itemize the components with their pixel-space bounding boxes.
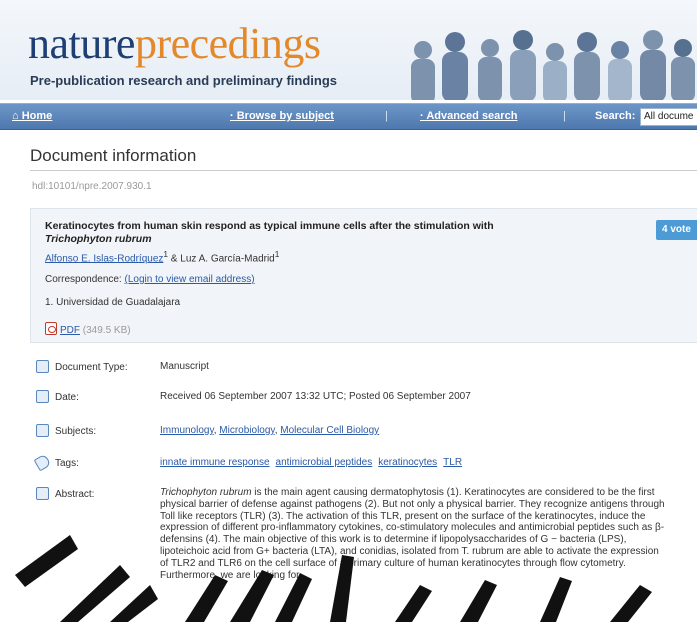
author-link[interactable]: Alfonso E. Islas-Rodríquez [45,253,163,264]
tag-link[interactable]: antimicrobial peptides [276,457,373,468]
header-crowd-illustration [411,30,695,100]
nav-advanced-search-link[interactable]: · Advanced search [420,110,517,122]
subject-link[interactable]: Microbiology [219,425,274,436]
tag-icon [33,453,52,472]
nav-separator: | [385,110,388,122]
pdf-size: (349.5 KB) [82,325,131,336]
home-icon: ⌂ [12,110,22,122]
nav-browse-link[interactable]: · Browse by subject [230,110,334,122]
date-value: Received 06 September 2007 13:32 UTC; Po… [160,391,471,402]
site-header: natureprecedings Pre-publication researc… [0,0,697,100]
field-document-type: Document Type: [36,360,128,373]
main-navigation: ⌂ Home · Browse by subject | · Advanced … [0,103,697,130]
title-divider [30,170,697,171]
calendar-icon [36,390,49,403]
vote-badge[interactable]: 4 vote [656,220,697,240]
pdf-download: PDF (349.5 KB) [45,320,131,336]
page-title: Document information [30,146,197,165]
pdf-icon [45,322,57,335]
subjects-icon [36,424,49,437]
document-type-value: Manuscript [160,361,209,372]
logo-text-precedings: precedings [134,19,321,68]
document-handle: hdl:10101/npre.2007.930.1 [32,181,152,192]
abstract-text: Trichophyton rubrum is the main agent ca… [160,487,665,581]
search-label: Search: [595,110,636,122]
nav-separator: | [563,110,566,122]
subject-link[interactable]: Molecular Cell Biology [280,425,379,436]
site-tagline: Pre-publication research and preliminary… [30,73,338,88]
abstract-icon [36,487,49,500]
field-subjects: Subjects: [36,424,96,437]
subjects-list: Immunology, Microbiology, Molecular Cell… [160,425,380,436]
subject-link[interactable]: Immunology [160,425,214,436]
bullet-icon: · [230,110,237,122]
field-date: Date: [36,390,79,403]
field-tags: Tags: [33,453,79,472]
author-list: Alfonso E. Islas-Rodríquez1 & Luz A. Gar… [45,249,280,265]
pdf-link[interactable]: PDF [60,325,80,336]
tag-link[interactable]: TLR [443,457,462,468]
site-logo[interactable]: natureprecedings [28,22,321,66]
affiliation: 1. Universidad de Guadalajara [45,297,181,308]
tag-link[interactable]: keratinocytes [378,457,437,468]
search-scope-select[interactable]: All docume [640,108,697,126]
correspondence: Correspondence: (Login to view email add… [45,274,255,285]
document-icon [36,360,49,373]
field-abstract: Abstract: [36,487,94,500]
document-title: Keratinocytes from human skin respond as… [45,220,494,245]
logo-text-nature: nature [28,19,135,68]
nav-home-link[interactable]: ⌂ Home [12,110,52,122]
tag-link[interactable]: innate immune response [160,457,270,468]
document-summary-panel: Keratinocytes from human skin respond as… [30,208,697,343]
tags-list: innate immune response antimicrobial pept… [160,457,462,468]
author-name: Luz A. García-Madrid [180,253,275,265]
login-email-link[interactable]: (Login to view email address) [125,274,255,285]
